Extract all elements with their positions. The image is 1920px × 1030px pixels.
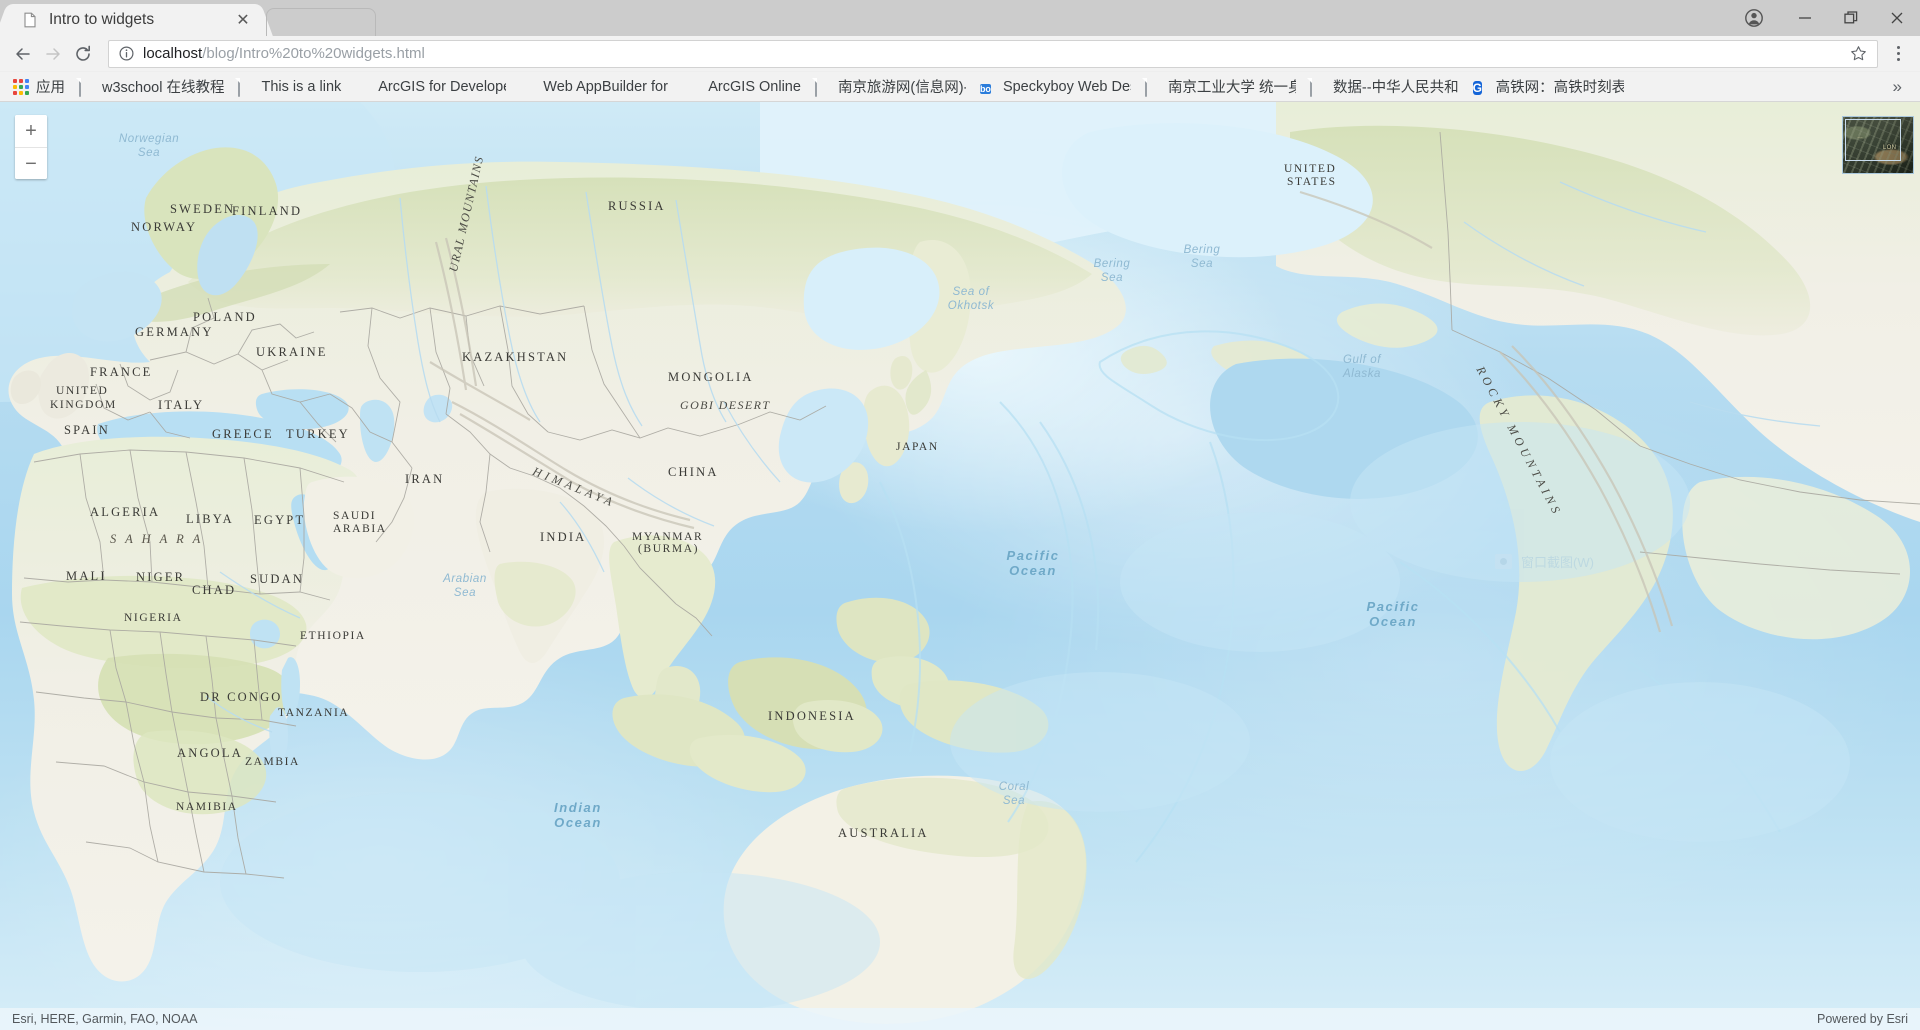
bookmark-item-nanjing-travel[interactable]: 南京旅游网(信息网)-- [808, 75, 973, 99]
browser-window: Intro to widgets ✕ localhost/blog/Intro%… [0, 0, 1920, 1030]
attribution-sources: Esri, HERE, Garmin, FAO, NOAA [12, 1012, 198, 1026]
new-tab-placeholder[interactable] [266, 8, 376, 36]
bookmark-item-w3school[interactable]: w3school 在线教程 [72, 75, 231, 99]
browser-tab[interactable]: Intro to widgets ✕ [8, 4, 260, 36]
bookmark-item-gaotie[interactable]: G 高铁网：高铁时刻表 [1466, 75, 1631, 99]
document-icon [22, 12, 38, 28]
powered-by-esri: Powered by Esri [1816, 1012, 1908, 1026]
g-icon: G [1472, 80, 1482, 95]
bookmark-label: This is a link [261, 78, 342, 95]
globe-icon [685, 79, 701, 95]
bookmarks-overflow-icon[interactable]: » [1881, 77, 1914, 97]
globe-icon [520, 79, 536, 95]
bookmark-label: 高铁网：高铁时刻表 [1495, 80, 1624, 96]
bookmark-label: 南京旅游网(信息网)-- [837, 80, 966, 96]
close-icon[interactable]: ✕ [234, 11, 252, 29]
overview-map-widget[interactable]: … LON [1842, 116, 1914, 174]
browser-menu-icon[interactable] [1884, 39, 1912, 69]
zoom-in-button[interactable]: + [15, 115, 47, 147]
bookmark-label: ArcGIS Online [708, 78, 801, 95]
bookmark-item-arcgis-online[interactable]: ArcGIS Online [678, 75, 808, 99]
zoom-control: + − [15, 115, 47, 179]
url-host: localhost [143, 45, 203, 62]
document-icon [79, 77, 95, 97]
bookmark-item-this-is-a-link[interactable]: This is a link [231, 75, 348, 99]
tab-title: Intro to widgets [49, 11, 155, 28]
document-icon [814, 77, 831, 97]
bookmark-item-web-appbuilder[interactable]: Web AppBuilder for ArcGIS [513, 75, 678, 99]
bookmarks-bar: 应用 w3school 在线教程 This is a link ArcGIS f… [0, 72, 1920, 102]
profile-icon[interactable] [1726, 0, 1782, 36]
bookmark-label: ArcGIS for Developers [378, 78, 506, 95]
address-bar[interactable]: localhost/blog/Intro%20to%20widgets.html [108, 39, 1878, 68]
back-icon[interactable] [8, 39, 38, 69]
bookmark-item-njut[interactable]: 南京工业大学 统一身 [1138, 75, 1303, 99]
apps-grid-icon [13, 78, 29, 95]
bookmark-item-arcgis-for-developers[interactable]: ArcGIS for Developers [348, 75, 513, 99]
bookmark-item-speckyboy[interactable]: bo Speckyboy Web Design [973, 75, 1138, 99]
globe-icon [355, 79, 371, 95]
navigation-bar: localhost/blog/Intro%20to%20widgets.html [0, 36, 1920, 72]
landmass-layer [0, 102, 1920, 1024]
url-text: localhost/blog/Intro%20to%20widgets.html [143, 45, 1847, 62]
ghost-context-menu-remnant: 窗口截图(W) [1495, 552, 1594, 571]
ghost-menu-label: 窗口截图(W) [1521, 555, 1594, 570]
bookmark-label: 数据--中华人民共和 [1332, 80, 1459, 96]
bookmark-label: 南京工业大学 统一身 [1167, 80, 1296, 96]
bookmark-star-icon[interactable] [1847, 45, 1869, 62]
bookmark-label: Speckyboy Web Design [1002, 78, 1131, 95]
page-info-icon[interactable] [117, 45, 135, 63]
reload-icon[interactable] [68, 39, 98, 69]
window-controls [1726, 0, 1920, 36]
bookmark-label: w3school 在线教程 [102, 80, 225, 96]
restore-button[interactable] [1828, 0, 1874, 36]
bookmark-apps[interactable]: 应用 [6, 75, 72, 99]
overview-map-extent-rect[interactable] [1845, 119, 1901, 161]
forward-icon[interactable] [38, 39, 68, 69]
tab-strip: Intro to widgets ✕ [0, 0, 1920, 36]
document-icon [238, 77, 254, 97]
document-icon [1309, 77, 1326, 97]
camera-icon [1495, 554, 1512, 569]
bookmark-item-data-prc[interactable]: 数据--中华人民共和 [1303, 75, 1466, 99]
bo-icon: bo [979, 83, 991, 94]
bookmark-label: 应用 [36, 80, 65, 96]
close-button[interactable] [1874, 0, 1920, 36]
map-view[interactable]: SWEDEN FINLAND NORWAY UNITED KINGDOM POL… [0, 102, 1920, 1030]
attribution-bar: Esri, HERE, Garmin, FAO, NOAA Powered by… [0, 1008, 1920, 1030]
document-icon [1144, 77, 1161, 97]
bookmark-label: Web AppBuilder for ArcGIS [543, 78, 671, 95]
minimize-button[interactable] [1782, 0, 1828, 36]
url-path: /blog/Intro%20to%20widgets.html [202, 45, 425, 62]
zoom-out-button[interactable]: − [15, 147, 47, 179]
map-canvas[interactable]: SWEDEN FINLAND NORWAY UNITED KINGDOM POL… [0, 102, 1920, 1030]
